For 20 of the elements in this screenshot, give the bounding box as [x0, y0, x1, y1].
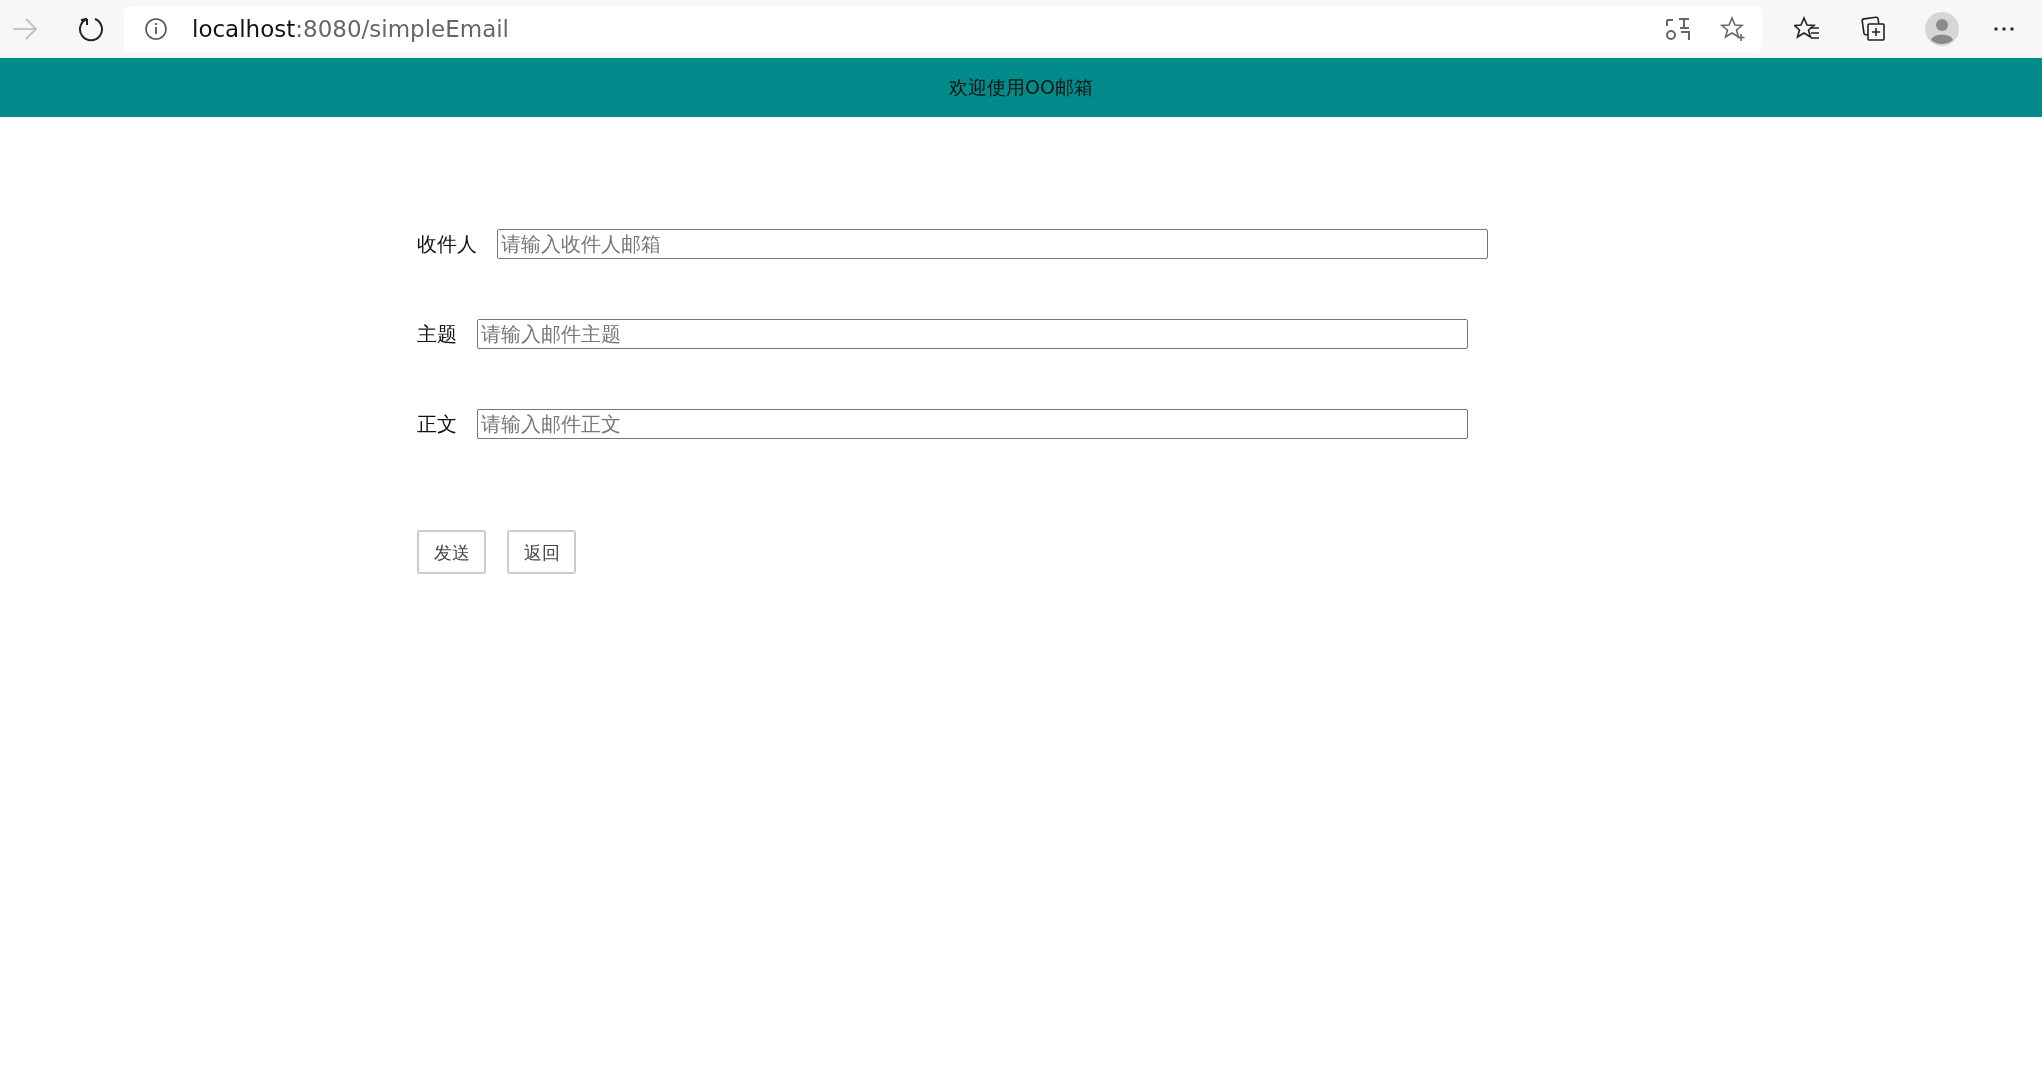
url-path: :8080/simpleEmail	[295, 14, 509, 44]
favorites-icon[interactable]	[1794, 16, 1820, 42]
info-icon[interactable]	[144, 17, 168, 41]
field-label: 主题	[417, 321, 457, 348]
address-bar[interactable]: localhost:8080/simpleEmail	[124, 6, 1762, 52]
profile-avatar-icon[interactable]	[1925, 12, 1959, 46]
field-label: 正文	[417, 411, 457, 438]
form-button[interactable]: 返回	[507, 530, 576, 574]
url-host: localhost	[192, 14, 296, 44]
more-icon[interactable]	[1993, 26, 2015, 32]
input-field[interactable]: 请输入收件人邮箱	[497, 229, 1488, 259]
field-label: 收件人	[417, 231, 477, 258]
collections-icon[interactable]	[1861, 16, 1887, 42]
translate-icon[interactable]	[1665, 16, 1691, 42]
form-button[interactable]: 发送	[417, 530, 486, 574]
input-field[interactable]: 请输入邮件正文	[477, 409, 1468, 439]
favorite-add-icon[interactable]	[1720, 16, 1746, 42]
reload-icon[interactable]	[78, 15, 104, 43]
page-title: 欢迎使用OO邮箱	[949, 75, 1093, 101]
input-field[interactable]: 请输入邮件主题	[477, 319, 1468, 349]
